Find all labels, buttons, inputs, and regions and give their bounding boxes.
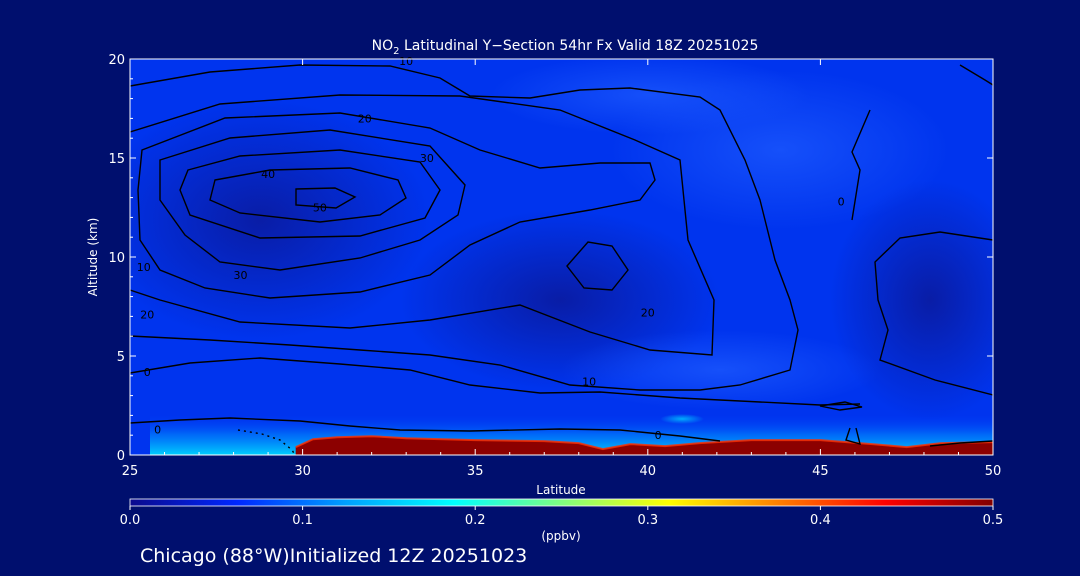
no2-cross-section-chart: NO2 Latitudinal Y−Section 54hr Fx Valid … xyxy=(86,38,1004,567)
contour-label: 10 xyxy=(399,55,413,68)
x-tick-label: 50 xyxy=(985,464,1002,479)
contour-label: 0 xyxy=(655,429,662,442)
y-axis-title: Altitude (km) xyxy=(86,218,100,297)
x-tick-label: 40 xyxy=(640,464,657,479)
contour-label: 10 xyxy=(137,261,151,274)
colorbar-units: (ppbv) xyxy=(541,529,580,543)
y-tick-label: 15 xyxy=(108,152,125,167)
y-tick-label: 20 xyxy=(108,53,125,68)
contour-label: 40 xyxy=(261,168,275,181)
x-axis-title: Latitude xyxy=(536,483,585,497)
colorbar-tick-label: 0.5 xyxy=(983,513,1004,528)
colorbar-tick-label: 0.1 xyxy=(292,513,313,528)
contour-label: 0 xyxy=(144,366,151,379)
colorbar-ticks: 0.0 0.1 0.2 0.3 0.4 0.5 xyxy=(120,506,1004,528)
colorbar-tick-label: 0.4 xyxy=(810,513,831,528)
footer-location-text: Chicago (88°W)Initialized 12Z 20251023 xyxy=(140,545,527,567)
contour-label: 0 xyxy=(154,423,161,436)
contour-label: 30 xyxy=(420,152,434,165)
contour-label: 20 xyxy=(358,112,372,125)
colorbar-scale xyxy=(129,498,994,507)
concentration-field xyxy=(130,59,993,455)
colorbar-tick-label: 0.0 xyxy=(120,513,141,528)
contour-label: 10 xyxy=(582,376,596,389)
field-high-region xyxy=(560,330,880,410)
colorbar-tick-label: 0.2 xyxy=(465,513,486,528)
colorbar: 0.0 0.1 0.2 0.3 0.4 0.5 (ppbv) xyxy=(120,498,1004,543)
contour-label: 20 xyxy=(641,306,655,319)
contour-label: 0 xyxy=(838,196,845,209)
contour-label: 20 xyxy=(140,308,154,321)
contour-label: 50 xyxy=(313,202,327,215)
y-tick-label: 5 xyxy=(117,350,125,365)
x-tick-label: 25 xyxy=(122,464,139,479)
y-tick-label: 0 xyxy=(117,449,125,464)
colorbar-tick-label: 0.3 xyxy=(637,513,658,528)
x-tick-label: 45 xyxy=(812,464,829,479)
field-high-region xyxy=(490,59,810,135)
chart-title: NO2 Latitudinal Y−Section 54hr Fx Valid … xyxy=(372,38,759,57)
x-tick-label: 30 xyxy=(294,464,311,479)
contour-label: 30 xyxy=(233,269,247,282)
y-tick-label: 10 xyxy=(108,251,125,266)
x-tick-label: 35 xyxy=(467,464,484,479)
